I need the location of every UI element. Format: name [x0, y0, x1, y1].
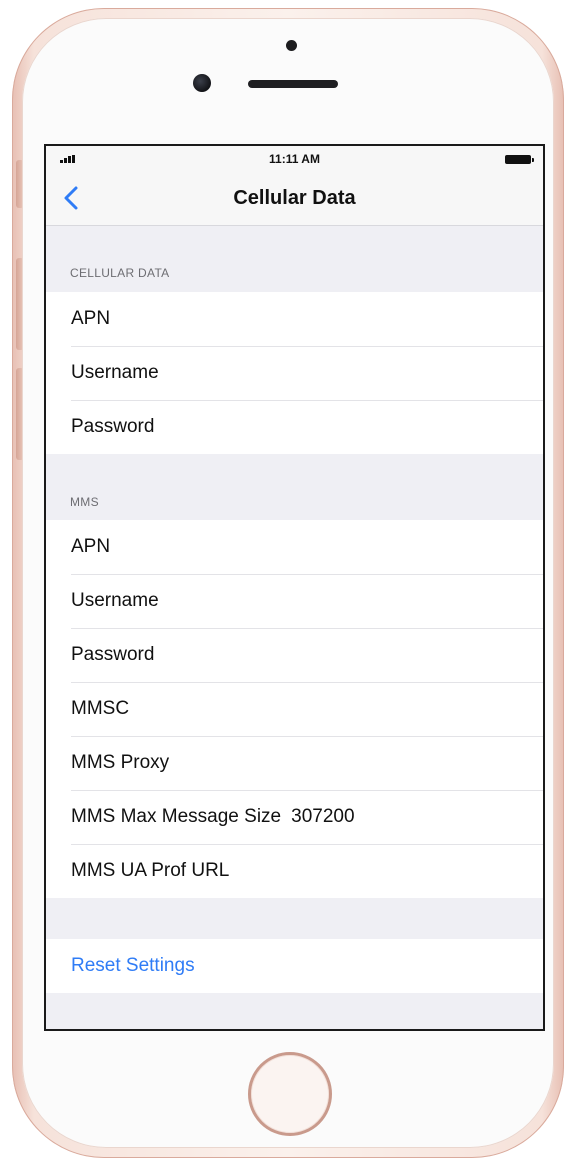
phone-screen: 11:11 AM Cellular Data CELLULAR DATA APN… — [44, 144, 545, 1031]
row-label: MMSC — [71, 698, 130, 719]
row-label: Password — [71, 416, 155, 437]
earpiece-speaker — [248, 80, 338, 88]
page: 11:11 AM Cellular Data CELLULAR DATA APN… — [0, 0, 574, 1169]
battery-icon — [505, 155, 534, 164]
cellular-password-row[interactable]: Password — [46, 400, 543, 454]
row-label: Username — [71, 362, 159, 383]
proximity-sensor — [286, 40, 297, 51]
row-label: Password — [71, 644, 155, 665]
section-header-cellular-data: CELLULAR DATA — [70, 266, 170, 280]
section-header-mms: MMS — [70, 495, 99, 509]
cellular-apn-row[interactable]: APN — [46, 292, 543, 346]
mms-proxy-row[interactable]: MMS Proxy — [46, 736, 543, 790]
mms-apn-row[interactable]: APN — [46, 520, 543, 574]
mms-group: APN Username Password MMSC MMS Proxy MMS… — [46, 520, 543, 898]
reset-settings-button[interactable]: Reset Settings — [46, 939, 543, 993]
row-label: APN — [71, 536, 111, 557]
mms-max-message-size-row[interactable]: MMS Max Message Size 307200 — [46, 790, 543, 844]
row-label: Username — [71, 590, 159, 611]
reset-group: Reset Settings — [46, 939, 543, 993]
mms-password-row[interactable]: Password — [46, 628, 543, 682]
status-bar: 11:11 AM — [46, 146, 543, 172]
row-label: APN — [71, 308, 111, 329]
mms-username-row[interactable]: Username — [46, 574, 543, 628]
status-time: 11:11 AM — [269, 152, 320, 166]
row-label: MMS UA Prof URL — [71, 860, 230, 881]
home-button[interactable] — [248, 1052, 332, 1136]
front-camera — [193, 74, 211, 92]
row-label: MMS Proxy — [71, 752, 170, 773]
mms-ua-prof-url-row[interactable]: MMS UA Prof URL — [46, 844, 543, 898]
mms-max-message-size-value[interactable]: 307200 — [291, 806, 354, 828]
navigation-bar: Cellular Data — [46, 172, 543, 226]
page-title: Cellular Data — [233, 187, 356, 209]
cellular-data-group: APN Username Password — [46, 292, 543, 454]
mmsc-row[interactable]: MMSC — [46, 682, 543, 736]
cellular-username-row[interactable]: Username — [46, 346, 543, 400]
row-label: MMS Max Message Size — [71, 806, 282, 827]
